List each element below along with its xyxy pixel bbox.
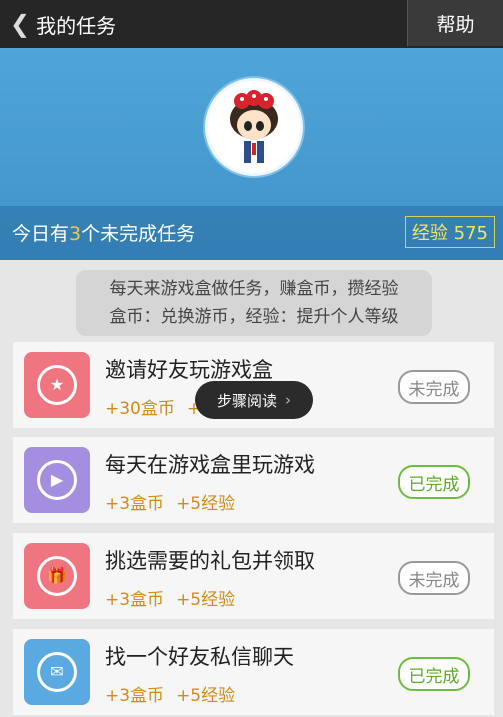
task-item-gift[interactable]: 🎁 挑选需要的礼包并领取 +3盒币 +5经验 未完成 [13, 533, 494, 619]
profile-header: 今日有3个未完成任务 经验 575 [0, 48, 503, 260]
task-item-play-games[interactable]: ▶ 每天在游戏盒里玩游戏 +3盒币 +5经验 已完成 [13, 437, 494, 523]
task-reward: +3盒币 +5经验 [105, 590, 236, 610]
info-notice: 每天来游戏盒做任务，赚盒币，攒经验 盒币：兑换游币，经验：提升个人等级 [76, 270, 432, 336]
status-badge: 未完成 [398, 561, 470, 595]
help-button[interactable]: 帮助 [407, 0, 503, 46]
status-badge: 未完成 [398, 370, 470, 404]
top-bar: ❮ 我的任务 帮助 [0, 0, 503, 48]
play-icon: ▶ [24, 447, 90, 513]
task-reward: +3盒币 +5经验 [105, 686, 236, 706]
notice-line-1: 每天来游戏盒做任务，赚盒币，攒经验 [109, 279, 399, 299]
step-reading-button[interactable]: 步骤阅读 › [195, 381, 313, 419]
notice-line-2: 盒币：兑换游币，经验：提升个人等级 [109, 307, 399, 327]
task-name: 找一个好友私信聊天 [105, 645, 294, 669]
hand-star-icon: ★ [24, 352, 90, 418]
status-badge: 已完成 [398, 465, 470, 499]
experience-badge: 经验 575 [404, 216, 495, 248]
page-title: 我的任务 [36, 13, 117, 38]
task-reward: +3盒币 +5经验 [105, 494, 236, 514]
chevron-right-icon: › [285, 391, 291, 409]
chevron-left-icon: ❮ [10, 10, 31, 38]
mail-icon: ✉ [24, 639, 90, 705]
task-name: 挑选需要的礼包并领取 [105, 549, 315, 573]
avatar[interactable] [205, 78, 303, 176]
task-name: 每天在游戏盒里玩游戏 [105, 453, 315, 477]
unfinished-summary: 今日有3个未完成任务 [12, 223, 196, 245]
task-summary-bar: 今日有3个未完成任务 经验 575 [0, 206, 503, 260]
task-item-message[interactable]: ✉ 找一个好友私信聊天 +3盒币 +5经验 已完成 [13, 629, 494, 715]
back-button[interactable]: ❮ 我的任务 [10, 0, 116, 48]
unfinished-count: 3 [69, 223, 82, 245]
task-name: 邀请好友玩游戏盒 [105, 358, 273, 382]
status-badge: 已完成 [398, 657, 470, 691]
gift-icon: 🎁 [24, 543, 90, 609]
